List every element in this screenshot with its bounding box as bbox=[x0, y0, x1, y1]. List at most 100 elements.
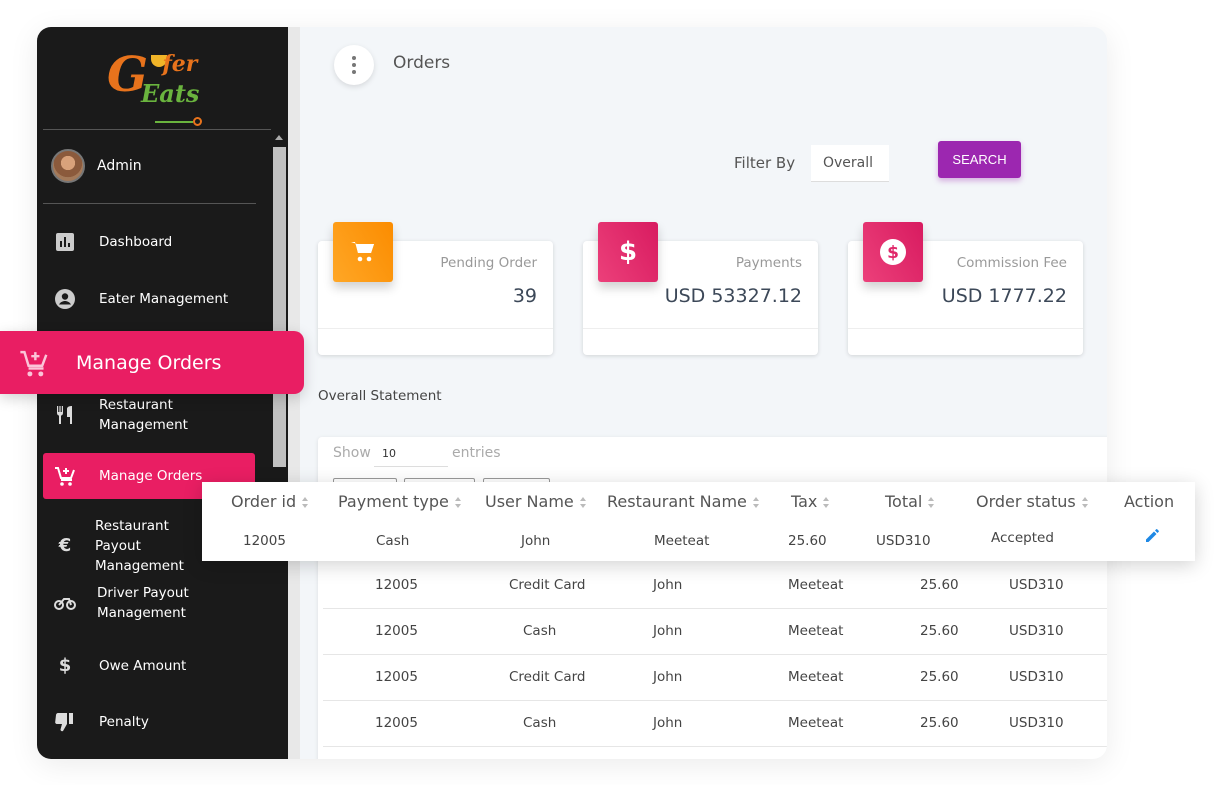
logo-underline bbox=[155, 121, 193, 123]
sidebar-item-eater-management[interactable]: Eater Management bbox=[43, 287, 255, 311]
sidebar-scrollbar[interactable] bbox=[271, 129, 288, 759]
cell-order-id: 12005 bbox=[375, 577, 418, 593]
stat-card-commission-fee: $ Commission Fee USD 1777.22 bbox=[848, 222, 1083, 355]
cell-order-id: 12005 bbox=[243, 533, 286, 549]
table-row: 12005 Cash John Meeteat 25.60 USD310 bbox=[323, 701, 1107, 747]
page-size-select[interactable]: 10 bbox=[374, 439, 448, 467]
entries-label: entries bbox=[452, 445, 501, 461]
column-label: Restaurant Name bbox=[607, 492, 747, 511]
dollar-circle-icon: $ bbox=[863, 222, 923, 282]
euro-icon: € bbox=[58, 535, 72, 556]
sidebar-item-restaurant-management[interactable]: Restaurant Management bbox=[43, 395, 255, 435]
sidebar-item-label: Manage Orders bbox=[99, 468, 203, 484]
cell-order-id: 12005 bbox=[375, 669, 418, 685]
stat-value: USD 53327.12 bbox=[664, 285, 802, 307]
show-label: Show bbox=[333, 445, 371, 461]
page-title: Orders bbox=[393, 53, 451, 73]
cell-tax: 25.60 bbox=[920, 577, 959, 593]
cart-plus-icon bbox=[18, 347, 50, 379]
card-divider bbox=[318, 328, 553, 329]
sidebar-item-dashboard[interactable]: Dashboard bbox=[43, 230, 255, 254]
column-header-payment-type[interactable]: Payment type bbox=[338, 492, 462, 511]
highlighted-nav-manage-orders[interactable]: Manage Orders bbox=[0, 331, 304, 394]
cell-restaurant: Meeteat bbox=[788, 577, 844, 593]
sort-icon bbox=[302, 497, 309, 508]
logo-word-1: fer bbox=[147, 51, 198, 77]
user-name: Admin bbox=[97, 158, 142, 174]
search-button[interactable]: SEARCH bbox=[938, 141, 1021, 178]
cell-total: USD310 bbox=[1009, 577, 1064, 593]
motorbike-icon bbox=[53, 591, 77, 615]
cell-total: USD310 bbox=[1009, 715, 1064, 731]
edit-icon[interactable] bbox=[1144, 526, 1162, 544]
stat-value: USD 1777.22 bbox=[941, 285, 1067, 307]
table-row: 12005 Credit Card John Meeteat 25.60 USD… bbox=[323, 655, 1107, 701]
column-header-user-name[interactable]: User Name bbox=[485, 492, 587, 511]
cell-order-status: Accepted bbox=[991, 530, 1054, 546]
column-label: Order id bbox=[231, 492, 297, 511]
cart-icon bbox=[333, 222, 393, 282]
sort-icon bbox=[454, 497, 462, 508]
user-profile[interactable]: Admin bbox=[51, 149, 142, 183]
column-header-restaurant-name[interactable]: Restaurant Name bbox=[607, 492, 760, 511]
sidebar-divider bbox=[43, 129, 271, 130]
stat-label: Pending Order bbox=[440, 255, 537, 271]
card-divider bbox=[848, 328, 1083, 329]
cell-order-id: 12005 bbox=[375, 623, 418, 639]
sort-icon bbox=[1081, 497, 1089, 508]
cell-payment-type: Credit Card bbox=[509, 669, 586, 685]
cell-tax: 25.60 bbox=[920, 623, 959, 639]
cell-user-name: John bbox=[653, 715, 683, 731]
restaurant-icon bbox=[53, 403, 77, 427]
main-content: Orders Filter By Overall SEARCH Pending … bbox=[300, 27, 1107, 759]
filter-select[interactable]: Overall bbox=[811, 145, 889, 182]
cell-restaurant: Meeteat bbox=[788, 669, 844, 685]
menu-toggle-button[interactable] bbox=[334, 45, 374, 85]
logo-wheel bbox=[193, 117, 202, 126]
column-header-tax[interactable]: Tax bbox=[791, 492, 830, 511]
column-label: Total bbox=[885, 492, 923, 511]
svg-text:$: $ bbox=[887, 243, 899, 263]
stat-card-payments: $ Payments USD 53327.12 bbox=[583, 222, 818, 355]
sidebar-item-owe-amount[interactable]: $ Owe Amount bbox=[43, 654, 255, 678]
avatar bbox=[51, 149, 85, 183]
cell-tax: 25.60 bbox=[920, 715, 959, 731]
column-header-total[interactable]: Total bbox=[885, 492, 935, 511]
cell-payment-type: Credit Card bbox=[509, 577, 586, 593]
sort-icon bbox=[579, 497, 587, 508]
cell-restaurant: Meeteat bbox=[654, 533, 710, 549]
stat-value: 39 bbox=[512, 285, 537, 307]
cell-user-name: John bbox=[653, 669, 683, 685]
logo-word-2: Eats bbox=[141, 79, 200, 108]
scroll-up-icon[interactable] bbox=[275, 135, 283, 140]
column-header-order-id[interactable]: Order id bbox=[231, 492, 309, 511]
account-circle-icon bbox=[53, 287, 77, 311]
column-label: Order status bbox=[976, 492, 1076, 511]
cell-order-id: 12005 bbox=[375, 715, 418, 731]
bar-chart-icon bbox=[53, 230, 77, 254]
cell-tax: 25.60 bbox=[788, 533, 827, 549]
sidebar-item-label: Owe Amount bbox=[99, 658, 187, 674]
cell-payment-type: Cash bbox=[376, 533, 410, 549]
column-header-order-status[interactable]: Order status bbox=[976, 492, 1089, 511]
cell-restaurant: Meeteat bbox=[788, 715, 844, 731]
column-header-action: Action bbox=[1124, 492, 1175, 511]
table-row: 12005 Cash John Meeteat 25.60 USD310 bbox=[323, 609, 1107, 655]
sort-icon bbox=[823, 497, 830, 508]
sidebar-divider bbox=[43, 203, 256, 204]
sidebar-item-penalty[interactable]: Penalty bbox=[43, 710, 255, 734]
cart-plus-icon bbox=[53, 464, 77, 488]
scrollbar-thumb[interactable] bbox=[273, 147, 286, 467]
sidebar-item-label: Penalty bbox=[99, 714, 149, 730]
column-label: Tax bbox=[791, 492, 818, 511]
sidebar-item-driver-payout[interactable]: Driver Payout Management bbox=[43, 583, 255, 623]
section-title: Overall Statement bbox=[318, 388, 442, 404]
more-vert-icon bbox=[352, 56, 356, 74]
cell-user-name: John bbox=[521, 533, 551, 549]
cell-total: USD310 bbox=[1009, 669, 1064, 685]
cell-payment-type: Cash bbox=[523, 715, 557, 731]
stat-card-pending-order: Pending Order 39 bbox=[318, 222, 553, 355]
gofer-eats-logo[interactable]: G fer Eats bbox=[105, 45, 215, 126]
sidebar-item-label: Restaurant Management bbox=[99, 397, 188, 433]
sidebar-item-label: Dashboard bbox=[99, 234, 173, 250]
